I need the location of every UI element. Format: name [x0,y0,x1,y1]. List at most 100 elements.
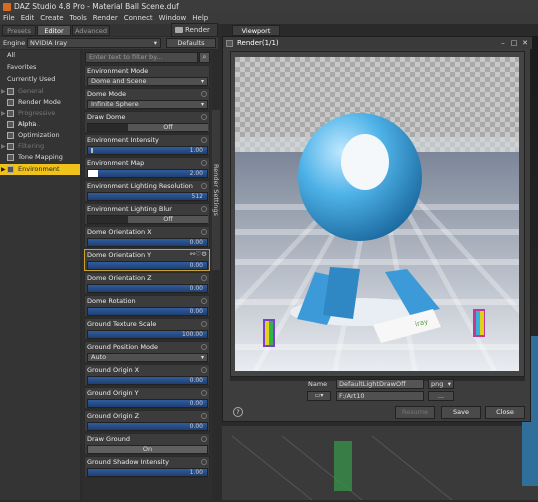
category-general[interactable]: ▶ General [0,86,80,97]
category-currently-used[interactable]: Currently Used [0,74,80,85]
category-tone-mapping[interactable]: Tone Mapping [0,152,80,163]
app-logo-icon [3,3,11,11]
render-image: iray [235,57,519,371]
name-label: Name [308,380,328,388]
prop-dome-orientation-y: Dome Orientation Y ⚯♡⚙ 0.00 [84,249,210,271]
category-optimization[interactable]: Optimization [0,130,80,141]
close-icon[interactable]: ✕ [520,38,530,48]
ground-origin-z-slider[interactable]: 0.00 [87,422,208,431]
dome-rotation-slider[interactable]: 0.00 [87,307,208,316]
search-icon[interactable]: ⌕ [199,52,210,63]
format-value: png [431,380,444,388]
reset-icon[interactable] [201,137,207,143]
expand-arrow-icon[interactable]: ▶ [1,164,6,175]
tab-presets[interactable]: Presets [2,25,36,36]
prop-draw-ground: Draw Ground On [84,433,210,455]
menu-connect[interactable]: Connect [121,13,156,24]
menu-file[interactable]: File [0,13,18,24]
engine-select[interactable]: NVIDIA Iray ▾ [27,38,161,48]
prop-label: Draw Dome [87,113,126,121]
category-render-mode[interactable]: Render Mode [0,97,80,108]
link-heart-gear-icons[interactable]: ⚯♡⚙ [190,250,207,258]
reset-icon[interactable] [201,160,207,166]
reset-icon[interactable] [201,229,207,235]
path-field[interactable]: F:/Art10 [336,391,424,401]
slider-value: 0.00 [189,400,203,407]
category-environment[interactable]: ▶ Environment [0,164,80,175]
dome-mode-select[interactable]: Infinite Sphere ▾ [87,100,208,109]
viewport-tabs: Viewport [222,24,538,36]
prop-dome-orientation-x: Dome Orientation X 0.00 [84,226,210,248]
expand-arrow-icon[interactable]: ▶ [1,86,6,97]
reset-icon[interactable] [201,459,207,465]
dome-orientation-x-slider[interactable]: 0.00 [87,238,208,247]
engine-value: NVIDIA Iray [30,39,68,47]
reset-icon[interactable] [201,206,207,212]
maximize-icon[interactable]: □ [509,38,519,48]
chevron-down-icon: ▾ [200,354,204,361]
category-tone-mapping-label: Tone Mapping [18,153,63,161]
filter-input[interactable]: Enter text to filter by... [85,52,198,63]
defaults-button[interactable]: Defaults [166,38,216,48]
menu-render[interactable]: Render [90,13,121,24]
reset-icon[interactable] [201,367,207,373]
prop-ground-origin-y: Ground Origin Y 0.00 [84,387,210,409]
slider-value: 0.00 [189,285,203,292]
reset-icon[interactable] [201,344,207,350]
reset-icon[interactable] [201,321,207,327]
ground-origin-x-slider[interactable]: 0.00 [87,376,208,385]
reset-icon[interactable] [201,298,207,304]
lighting-blur-toggle[interactable]: Off [87,215,208,224]
environment-map-slider[interactable]: 2.00 [87,169,208,178]
expand-arrow-icon[interactable]: ▶ [1,141,6,152]
reset-icon[interactable] [201,91,207,97]
reset-icon[interactable] [201,183,207,189]
map-thumbnail-icon[interactable] [88,170,98,177]
menu-tools[interactable]: Tools [67,13,90,24]
environment-mode-select[interactable]: Dome and Scene ▾ [87,77,208,86]
tab-advanced[interactable]: Advanced [72,25,110,36]
category-filtering[interactable]: ▶ Filtering [0,141,80,152]
name-field[interactable]: DefaultLightDrawOff [336,379,424,389]
reset-icon[interactable] [201,390,207,396]
dome-orientation-z-slider[interactable]: 0.00 [87,284,208,293]
resume-button[interactable]: Resume [395,406,435,419]
close-button[interactable]: Close [485,406,525,419]
prop-dome-mode: Dome Mode Infinite Sphere ▾ [84,88,210,110]
ground-position-mode-select[interactable]: Auto ▾ [87,353,208,362]
category-all[interactable]: All [0,50,80,61]
category-icon [7,110,14,117]
format-select[interactable]: png ▾ [428,379,454,389]
category-progressive-rendering[interactable]: ▶ Progressive Rend... [0,108,80,128]
dome-orientation-y-slider[interactable]: 0.00 [87,261,208,270]
render-button[interactable]: Render [171,23,218,37]
lighting-resolution-slider[interactable]: 512 [87,192,208,201]
reset-icon[interactable] [201,436,207,442]
toggle-value: On [88,446,207,453]
ground-shadow-intensity-slider[interactable]: 1.00 [87,468,208,477]
category-alpha[interactable]: Alpha [0,119,80,130]
ground-origin-y-slider[interactable]: 0.00 [87,399,208,408]
slider-value: 1.00 [189,147,203,154]
reset-icon[interactable] [201,413,207,419]
prop-label: Ground Origin X [87,366,140,374]
tab-editor[interactable]: Editor [37,25,71,36]
draw-dome-toggle[interactable]: Off [87,123,208,132]
save-button[interactable]: Save [441,406,481,419]
menu-edit[interactable]: Edit [18,13,38,24]
ground-texture-scale-slider[interactable]: 100.00 [87,330,208,339]
reset-icon[interactable] [201,275,207,281]
minimize-icon[interactable]: – [498,38,508,48]
reset-icon[interactable] [201,114,207,120]
menu-create[interactable]: Create [37,13,66,24]
help-icon[interactable]: ? [233,407,243,417]
render-settings-side-tab[interactable]: Render Settings [212,110,220,270]
category-favorites[interactable]: Favorites [0,62,80,73]
slider-knob[interactable] [91,148,93,153]
tab-viewport[interactable]: Viewport [232,25,280,36]
folder-icon[interactable]: ▭▾ [307,391,331,401]
expand-arrow-icon[interactable]: ▶ [1,108,6,119]
draw-ground-toggle[interactable]: On [87,445,208,454]
browse-button[interactable]: ... [428,391,454,401]
environment-intensity-slider[interactable]: 1.00 [87,146,208,155]
